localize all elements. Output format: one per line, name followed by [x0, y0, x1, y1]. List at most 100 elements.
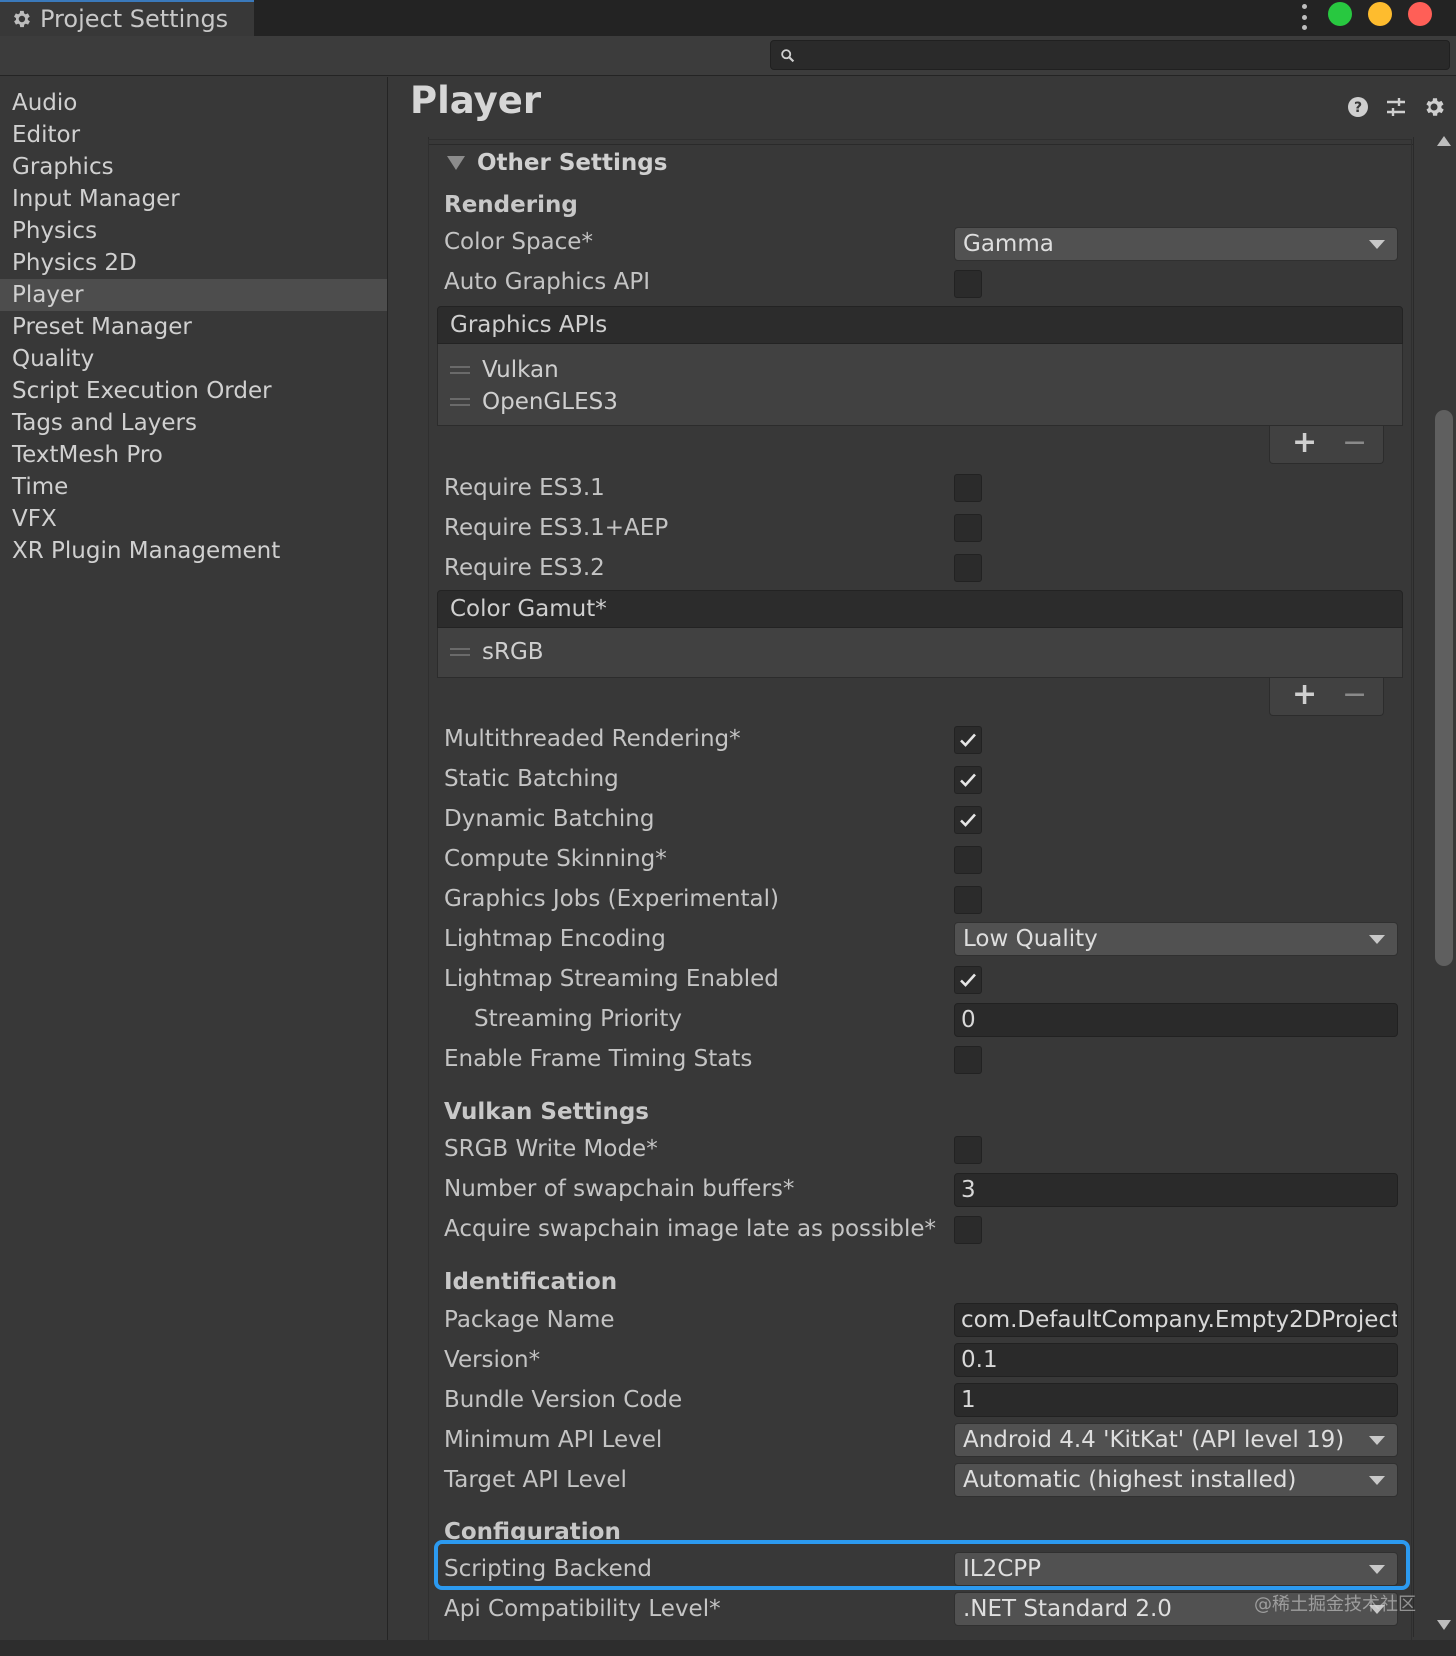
- sidebar-item-input-manager[interactable]: Input Manager: [0, 183, 387, 215]
- graphics-apis-list: Vulkan OpenGLES3: [437, 344, 1403, 426]
- sidebar-item-script-execution-order[interactable]: Script Execution Order: [0, 375, 387, 407]
- graphics-apis-list-footer: + −: [1269, 426, 1384, 464]
- settings-gear-icon[interactable]: [1422, 95, 1446, 119]
- checkmark-icon: [960, 773, 976, 787]
- compute-skinning-label: Compute Skinning*: [444, 846, 667, 872]
- more-options-icon[interactable]: [1298, 4, 1310, 30]
- auto-graphics-api-checkbox[interactable]: [954, 270, 982, 298]
- version-field[interactable]: 0.1: [954, 1343, 1398, 1377]
- static-batching-label: Static Batching: [444, 766, 619, 792]
- rendering-header: Rendering: [444, 192, 578, 218]
- dynamic-batching-checkbox[interactable]: [954, 806, 982, 834]
- sidebar-item-vfx[interactable]: VFX: [0, 503, 387, 535]
- sidebar-item-graphics[interactable]: Graphics: [0, 151, 387, 183]
- target-api-level-dropdown[interactable]: Automatic (highest installed): [954, 1463, 1398, 1497]
- minimum-api-level-label: Minimum API Level: [444, 1427, 663, 1453]
- compute-skinning-checkbox[interactable]: [954, 846, 982, 874]
- drag-handle-icon[interactable]: [450, 398, 470, 406]
- close-button[interactable]: [1408, 2, 1432, 26]
- tab-title: Project Settings: [40, 5, 229, 33]
- search-box[interactable]: [770, 40, 1450, 70]
- package-name-label: Package Name: [444, 1307, 615, 1333]
- color-gamut-list-header[interactable]: Color Gamut*: [437, 590, 1403, 628]
- bundle-version-code-field[interactable]: 1: [954, 1383, 1398, 1417]
- add-item-icon[interactable]: +: [1292, 428, 1317, 458]
- list-item-label: OpenGLES3: [482, 389, 618, 415]
- title-bar: Project Settings: [0, 0, 1456, 36]
- dynamic-batching-label: Dynamic Batching: [444, 806, 655, 832]
- list-item-label: Vulkan: [482, 357, 559, 383]
- gear-icon: [14, 10, 30, 28]
- list-item[interactable]: sRGB: [450, 636, 544, 668]
- minimize-button[interactable]: [1368, 2, 1392, 26]
- help-icon[interactable]: ?: [1346, 95, 1370, 119]
- minimum-api-level-dropdown[interactable]: Android 4.4 'KitKat' (API level 19): [954, 1423, 1398, 1457]
- require-es31-checkbox[interactable]: [954, 474, 982, 502]
- api-compatibility-level-label: Api Compatibility Level*: [444, 1596, 721, 1622]
- sidebar-item-tags-and-layers[interactable]: Tags and Layers: [0, 407, 387, 439]
- package-name-field[interactable]: com.DefaultCompany.Empty2DProject: [954, 1303, 1398, 1337]
- other-settings-foldout[interactable]: Other Settings: [447, 150, 667, 176]
- sidebar-item-physics[interactable]: Physics: [0, 215, 387, 247]
- dropdown-value: .NET Standard 2.0: [963, 1596, 1172, 1622]
- swapchain-buffers-label: Number of swapchain buffers*: [444, 1176, 795, 1202]
- svg-text:?: ?: [1354, 100, 1362, 116]
- scroll-down-arrow-icon[interactable]: [1437, 1620, 1451, 1630]
- dropdown-arrow-icon: [1369, 240, 1385, 249]
- remove-item-icon[interactable]: −: [1342, 428, 1367, 458]
- project-settings-tab[interactable]: Project Settings: [0, 0, 254, 36]
- sidebar: Audio Editor Graphics Input Manager Phys…: [0, 77, 388, 1640]
- preset-sliders-icon[interactable]: [1384, 95, 1408, 119]
- sidebar-item-editor[interactable]: Editor: [0, 119, 387, 151]
- require-es31-aep-label: Require ES3.1+AEP: [444, 515, 669, 541]
- sidebar-item-player[interactable]: Player: [0, 279, 387, 311]
- search-input[interactable]: [805, 41, 1435, 69]
- srgb-write-mode-checkbox[interactable]: [954, 1136, 982, 1164]
- drag-handle-icon[interactable]: [450, 648, 470, 656]
- vertical-scrollbar[interactable]: [1432, 130, 1456, 1640]
- color-space-dropdown[interactable]: Gamma: [954, 227, 1398, 261]
- list-item[interactable]: Vulkan: [450, 354, 559, 386]
- drag-handle-icon[interactable]: [450, 366, 470, 374]
- streaming-priority-field[interactable]: 0: [954, 1003, 1398, 1037]
- remove-item-icon[interactable]: −: [1342, 680, 1367, 710]
- scripting-backend-highlight: [434, 1540, 1410, 1590]
- dropdown-value: Gamma: [963, 231, 1054, 257]
- checkmark-icon: [960, 813, 976, 827]
- foldout-label: Other Settings: [477, 150, 668, 176]
- graphics-apis-list-header[interactable]: Graphics APIs: [437, 306, 1403, 344]
- sidebar-item-audio[interactable]: Audio: [0, 87, 387, 119]
- srgb-write-mode-label: SRGB Write Mode*: [444, 1136, 658, 1162]
- frame-timing-stats-checkbox[interactable]: [954, 1046, 982, 1074]
- color-gamut-list-footer: + −: [1269, 678, 1384, 716]
- sidebar-item-preset-manager[interactable]: Preset Manager: [0, 311, 387, 343]
- sidebar-item-xr-plugin-management[interactable]: XR Plugin Management: [0, 535, 387, 567]
- acquire-swapchain-late-checkbox[interactable]: [954, 1216, 982, 1244]
- require-es31-aep-checkbox[interactable]: [954, 514, 982, 542]
- dropdown-arrow-icon: [1369, 1436, 1385, 1445]
- lightmap-encoding-dropdown[interactable]: Low Quality: [954, 922, 1398, 956]
- lightmap-streaming-label: Lightmap Streaming Enabled: [444, 966, 779, 992]
- add-item-icon[interactable]: +: [1292, 680, 1317, 710]
- graphics-jobs-checkbox[interactable]: [954, 886, 982, 914]
- require-es32-checkbox[interactable]: [954, 554, 982, 582]
- lightmap-encoding-label: Lightmap Encoding: [444, 926, 666, 952]
- dropdown-arrow-icon: [1369, 1476, 1385, 1485]
- scrollbar-thumb[interactable]: [1435, 410, 1453, 966]
- swapchain-buffers-field[interactable]: 3: [954, 1173, 1398, 1207]
- dropdown-value: Automatic (highest installed): [963, 1467, 1297, 1493]
- maximize-button[interactable]: [1328, 2, 1352, 26]
- color-gamut-list: sRGB: [437, 628, 1403, 678]
- scroll-up-arrow-icon[interactable]: [1437, 136, 1451, 146]
- checkmark-icon: [960, 973, 976, 987]
- lightmap-streaming-checkbox[interactable]: [954, 966, 982, 994]
- sidebar-item-quality[interactable]: Quality: [0, 343, 387, 375]
- static-batching-checkbox[interactable]: [954, 766, 982, 794]
- identification-header: Identification: [444, 1269, 618, 1295]
- sidebar-item-physics-2d[interactable]: Physics 2D: [0, 247, 387, 279]
- sidebar-item-textmesh-pro[interactable]: TextMesh Pro: [0, 439, 387, 471]
- bundle-version-code-label: Bundle Version Code: [444, 1387, 683, 1413]
- sidebar-item-time[interactable]: Time: [0, 471, 387, 503]
- list-item[interactable]: OpenGLES3: [450, 386, 618, 418]
- multithreaded-rendering-checkbox[interactable]: [954, 726, 982, 754]
